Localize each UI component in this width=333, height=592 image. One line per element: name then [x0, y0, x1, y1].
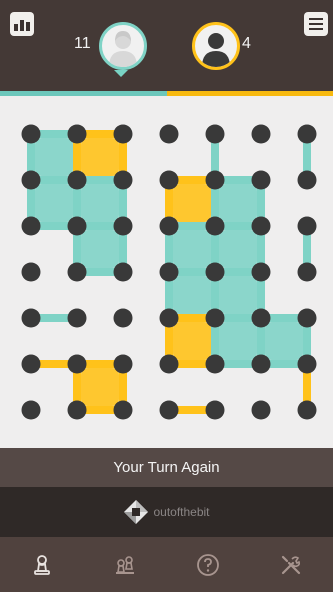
- captured-box: [173, 322, 211, 360]
- board-dot[interactable]: [21, 354, 41, 374]
- player2-avatar: [192, 22, 240, 70]
- board-dot[interactable]: [113, 216, 133, 236]
- board-dot[interactable]: [205, 124, 225, 144]
- board-dot[interactable]: [251, 308, 271, 328]
- board-dot[interactable]: [159, 262, 179, 282]
- two-pawns-icon: [115, 555, 134, 574]
- board-dot[interactable]: [113, 170, 133, 190]
- board-dot[interactable]: [159, 308, 179, 328]
- board-dot[interactable]: [205, 308, 225, 328]
- board-dot[interactable]: [67, 262, 87, 282]
- board-dot[interactable]: [159, 400, 179, 420]
- board-dot[interactable]: [21, 262, 41, 282]
- menu-button[interactable]: [304, 12, 328, 36]
- board-dot[interactable]: [297, 216, 317, 236]
- captured-box: [35, 184, 73, 222]
- leaderboard-icon: [14, 20, 30, 31]
- board-dot[interactable]: [67, 170, 87, 190]
- nav-help[interactable]: [192, 549, 224, 581]
- board-dot[interactable]: [21, 124, 41, 144]
- board-dot[interactable]: [205, 262, 225, 282]
- player2-score: 4: [242, 35, 251, 52]
- captured-box: [219, 230, 257, 268]
- captured-box: [219, 184, 257, 222]
- board-dot[interactable]: [251, 124, 271, 144]
- help-circle-icon: [197, 553, 220, 576]
- player2-silhouette-icon: [202, 33, 230, 67]
- pawn-icon: [33, 554, 50, 575]
- bottom-navigation: [0, 537, 333, 592]
- captured-box: [173, 184, 211, 222]
- board-dot[interactable]: [159, 216, 179, 236]
- ad-banner[interactable]: outofthebit: [0, 487, 333, 537]
- board-dot[interactable]: [297, 308, 317, 328]
- game-header: 11 4: [0, 0, 333, 92]
- board-dot[interactable]: [21, 216, 41, 236]
- nav-multiplayer[interactable]: [109, 549, 141, 581]
- board-dot[interactable]: [251, 170, 271, 190]
- player1-score: 11: [74, 35, 91, 52]
- nav-single-player[interactable]: [26, 549, 58, 581]
- hamburger-icon: [309, 18, 323, 30]
- board-dot[interactable]: [113, 262, 133, 282]
- board-dot[interactable]: [159, 124, 179, 144]
- captured-box: [173, 276, 211, 314]
- turn-indicator: [114, 70, 128, 77]
- board-dot[interactable]: [21, 308, 41, 328]
- tools-icon: [282, 555, 301, 574]
- board-dot[interactable]: [297, 124, 317, 144]
- board-dot[interactable]: [159, 354, 179, 374]
- board-dot[interactable]: [113, 308, 133, 328]
- ad-brand-text: outofthebit: [153, 505, 210, 519]
- captured-box: [265, 322, 303, 360]
- board-dot[interactable]: [251, 354, 271, 374]
- board-dot[interactable]: [21, 400, 41, 420]
- status-bar: Your Turn Again: [0, 448, 333, 487]
- board-dot[interactable]: [67, 124, 87, 144]
- board-dot[interactable]: [205, 170, 225, 190]
- board-dot[interactable]: [205, 354, 225, 374]
- nav-settings[interactable]: [275, 549, 307, 581]
- captured-box: [81, 138, 119, 176]
- status-message: Your Turn Again: [113, 459, 220, 476]
- board-dot[interactable]: [67, 354, 87, 374]
- ad-logo[interactable]: outofthebit: [123, 499, 210, 525]
- captured-box: [173, 230, 211, 268]
- captured-box: [81, 368, 119, 406]
- captured-box: [81, 230, 119, 268]
- captured-box: [219, 322, 257, 360]
- game-board[interactable]: [0, 96, 333, 448]
- captured-box: [35, 138, 73, 176]
- board-dot[interactable]: [205, 216, 225, 236]
- board-dot[interactable]: [113, 124, 133, 144]
- board-dot[interactable]: [205, 400, 225, 420]
- board-dot[interactable]: [251, 262, 271, 282]
- board-dot[interactable]: [159, 170, 179, 190]
- board-dot[interactable]: [113, 400, 133, 420]
- board-dot[interactable]: [67, 308, 87, 328]
- board-dot[interactable]: [297, 170, 317, 190]
- board-dot[interactable]: [251, 400, 271, 420]
- captured-box: [219, 276, 257, 314]
- board-dot[interactable]: [21, 170, 41, 190]
- board-dot[interactable]: [297, 262, 317, 282]
- player1-silhouette-icon: [109, 31, 137, 67]
- board-dot[interactable]: [297, 354, 317, 374]
- board-dot[interactable]: [113, 354, 133, 374]
- player1-avatar: [99, 22, 147, 70]
- board-dot[interactable]: [297, 400, 317, 420]
- captured-box: [81, 184, 119, 222]
- board-canvas[interactable]: [0, 96, 333, 448]
- outofthebit-logo-icon: [124, 500, 149, 524]
- board-dot[interactable]: [251, 216, 271, 236]
- board-dot[interactable]: [67, 216, 87, 236]
- leaderboard-button[interactable]: [10, 12, 34, 36]
- board-dot[interactable]: [67, 400, 87, 420]
